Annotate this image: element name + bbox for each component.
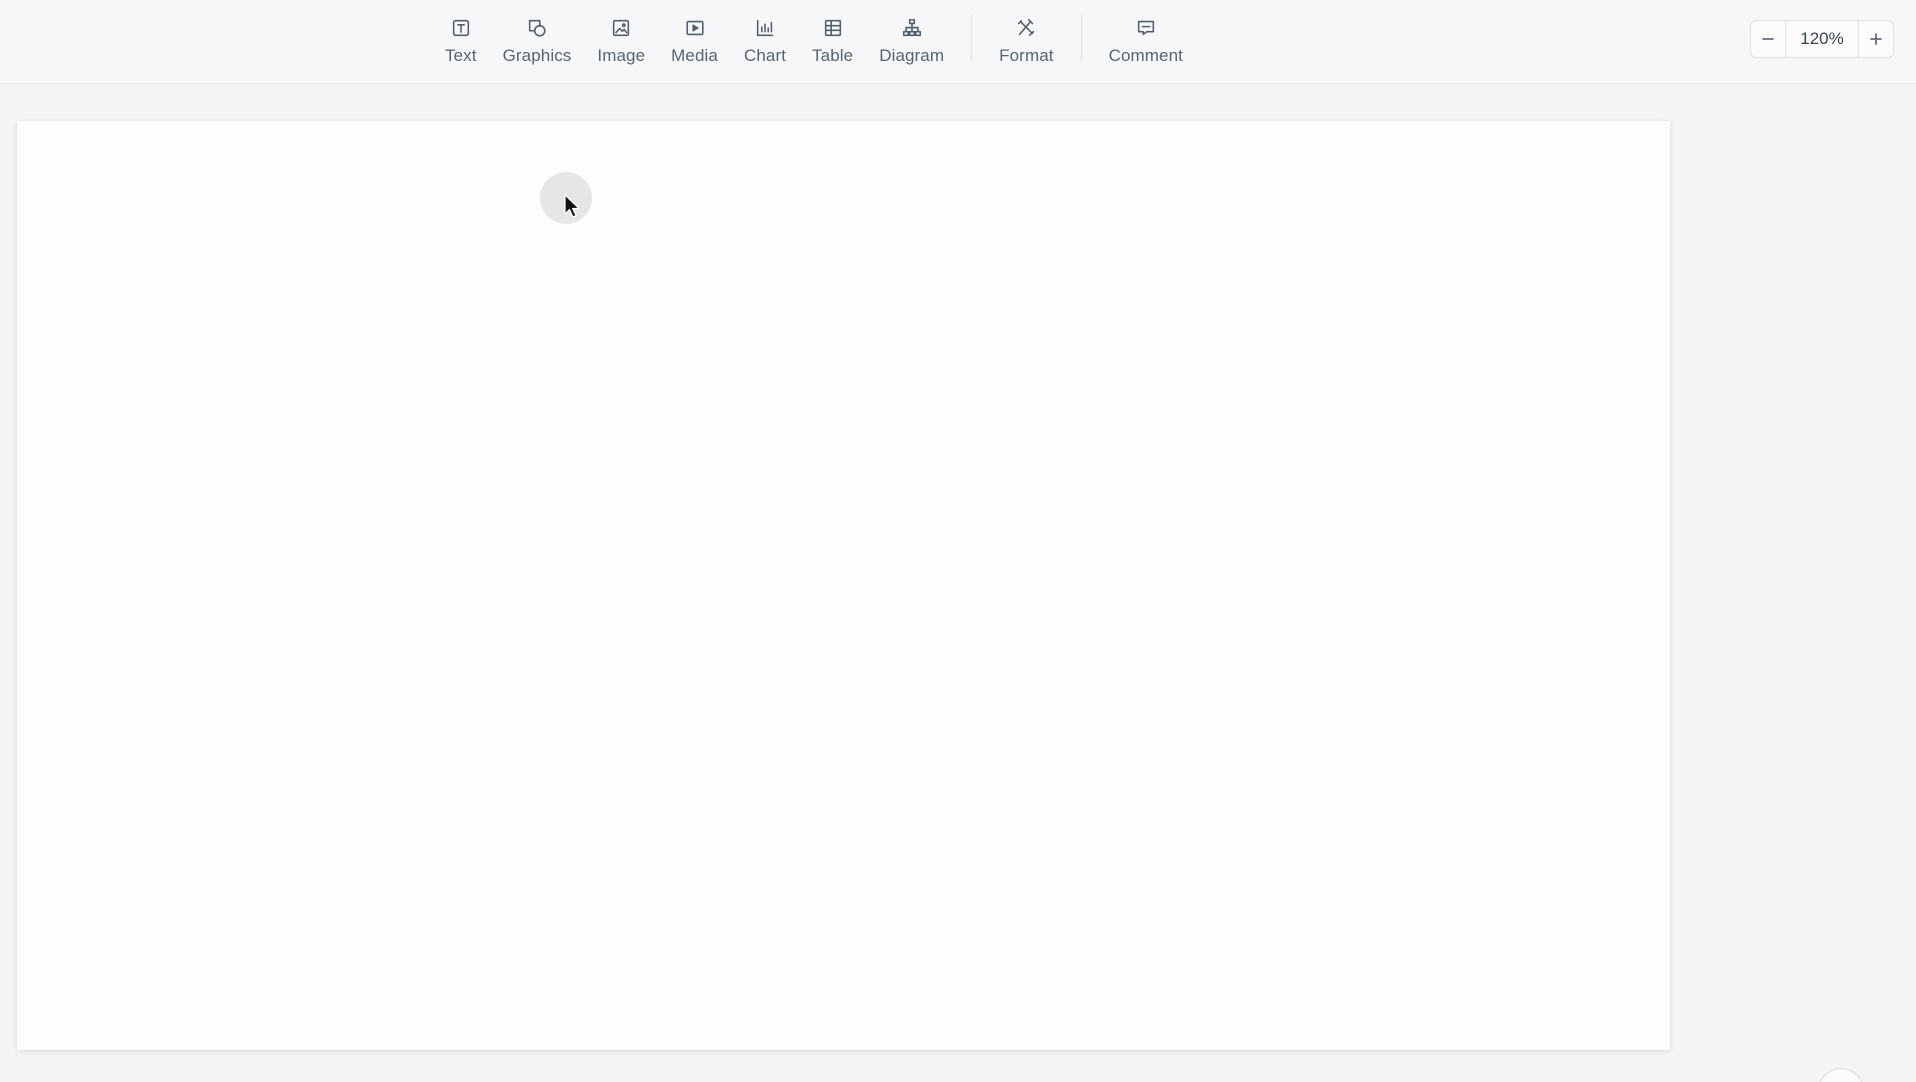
table-tool-label: Table <box>812 46 854 65</box>
text-tool-button[interactable]: Text <box>432 10 490 74</box>
toolbar-divider <box>971 15 973 61</box>
chart-tool-button[interactable]: Chart <box>731 10 799 74</box>
image-tool-button[interactable]: Image <box>584 10 658 74</box>
comment-tool-label: Comment <box>1108 46 1183 65</box>
comment-icon <box>1134 16 1158 40</box>
shapes-icon <box>525 16 549 40</box>
diagram-tool-button[interactable]: Diagram <box>866 10 957 74</box>
minus-icon <box>1762 38 1774 40</box>
mouse-pointer-icon <box>564 194 580 218</box>
editor-app: Text Graphics Image Media Chart Table Di… <box>0 0 1916 1082</box>
hierarchy-diagram-icon <box>900 16 924 40</box>
format-tool-label: Format <box>999 46 1054 65</box>
media-tool-button[interactable]: Media <box>658 10 731 74</box>
diagram-tool-label: Diagram <box>879 46 945 65</box>
graphics-tool-label: Graphics <box>502 46 572 65</box>
text-box-icon <box>449 16 473 40</box>
zoom-in-button[interactable] <box>1859 21 1893 57</box>
image-tool-label: Image <box>597 46 646 65</box>
media-tool-label: Media <box>671 46 718 65</box>
text-tool-label: Text <box>445 46 477 65</box>
canvas-area[interactable] <box>0 84 1916 1082</box>
toolbar-divider <box>1080 15 1082 61</box>
toolbar-tools: Text Graphics Image Media Chart Table Di… <box>432 10 1196 74</box>
table-icon <box>821 16 845 40</box>
insert-toolbar: Text Graphics Image Media Chart Table Di… <box>0 0 1916 84</box>
slide-canvas[interactable] <box>17 121 1670 1050</box>
image-icon <box>609 16 633 40</box>
comment-tool-button[interactable]: Comment <box>1096 10 1196 74</box>
plus-icon <box>1870 33 1882 45</box>
graphics-tool-button[interactable]: Graphics <box>490 10 585 74</box>
bar-chart-icon <box>753 16 777 40</box>
chart-tool-label: Chart <box>743 46 787 65</box>
format-tools-icon <box>1014 16 1038 40</box>
table-tool-button[interactable]: Table <box>799 10 866 74</box>
zoom-level[interactable]: 120% <box>1785 21 1859 57</box>
format-tool-button[interactable]: Format <box>986 10 1066 74</box>
zoom-out-button[interactable] <box>1751 21 1785 57</box>
zoom-control: 120% <box>1750 20 1894 58</box>
media-play-icon <box>683 16 707 40</box>
